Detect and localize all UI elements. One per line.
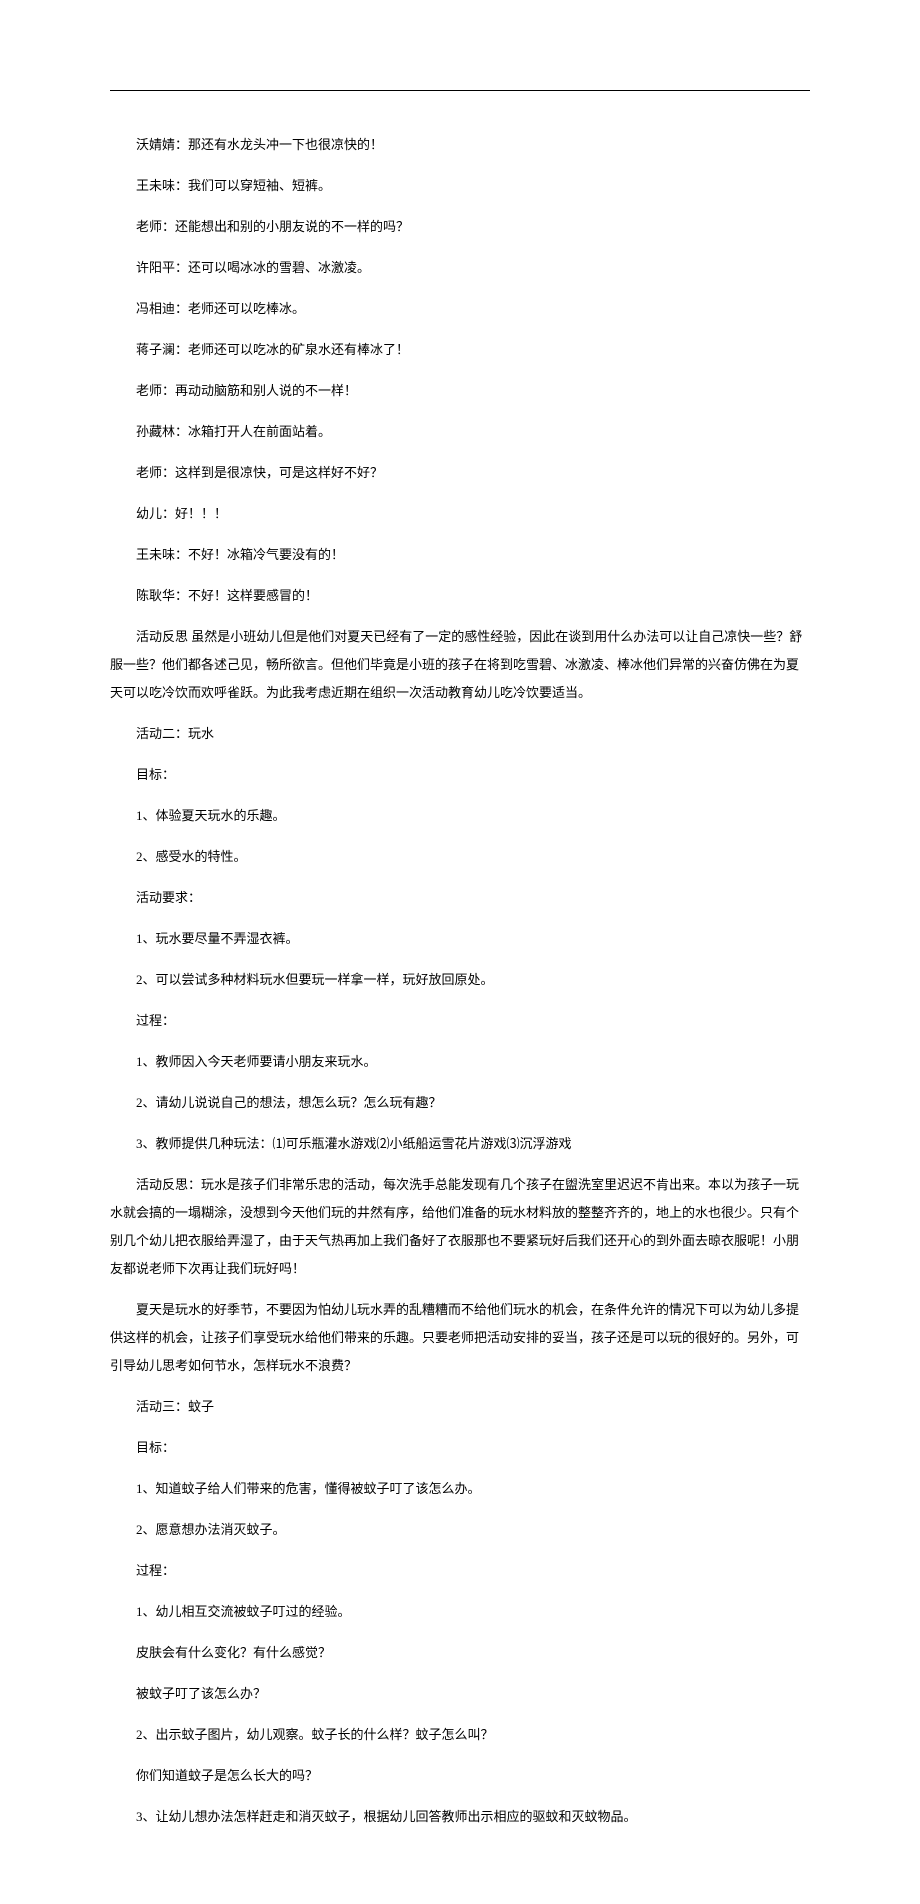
horizontal-rule [110,90,810,91]
text-line: 过程： [110,1557,810,1585]
text-line: 孙藏林：冰箱打开人在前面站着。 [110,418,810,446]
text-line: 陈耿华：不好！这样要感冒的！ [110,582,810,610]
text-line: 3、让幼儿想办法怎样赶走和消灭蚊子，根据幼儿回答教师出示相应的驱蚊和灭蚊物品。 [110,1803,810,1831]
text-line: 王未味：不好！冰箱冷气要没有的！ [110,541,810,569]
text-line: 活动反思：玩水是孩子们非常乐忠的活动，每次洗手总能发现有几个孩子在盥洗室里迟迟不… [110,1171,810,1283]
text-line: 过程： [110,1007,810,1035]
text-line: 目标： [110,761,810,789]
text-line: 你们知道蚊子是怎么长大的吗？ [110,1762,810,1790]
text-line: 1、玩水要尽量不弄湿衣裤。 [110,925,810,953]
text-line: 2、出示蚊子图片，幼儿观察。蚊子长的什么样？蚊子怎么叫？ [110,1721,810,1749]
text-line: 2、感受水的特性。 [110,843,810,871]
text-line: 活动二：玩水 [110,720,810,748]
text-line: 活动要求： [110,884,810,912]
text-line: 1、教师因入今天老师要请小朋友来玩水。 [110,1048,810,1076]
text-line: 夏天是玩水的好季节，不要因为怕幼儿玩水弄的乱糟糟而不给他们玩水的机会，在条件允许… [110,1296,810,1380]
text-line: 老师：这样到是很凉快，可是这样好不好？ [110,459,810,487]
text-line: 沃婧婧：那还有水龙头冲一下也很凉快的！ [110,131,810,159]
text-line: 被蚊子叮了该怎么办？ [110,1680,810,1708]
text-line: 2、愿意想办法消灭蚊子。 [110,1516,810,1544]
text-line: 冯相迪：老师还可以吃棒冰。 [110,295,810,323]
text-line: 活动反思 虽然是小班幼儿但是他们对夏天已经有了一定的感性经验，因此在谈到用什么办… [110,623,810,707]
document-body: 沃婧婧：那还有水龙头冲一下也很凉快的！ 王未味：我们可以穿短袖、短裤。老师：还能想… [110,131,810,1831]
text-line: 2、请幼儿说说自己的想法，想怎么玩？怎么玩有趣？ [110,1089,810,1117]
text-line: 蒋子澜：老师还可以吃冰的矿泉水还有棒冰了！ [110,336,810,364]
text-line: 王未味：我们可以穿短袖、短裤。 [110,172,810,200]
document-page: 沃婧婧：那还有水龙头冲一下也很凉快的！ 王未味：我们可以穿短袖、短裤。老师：还能想… [0,0,920,1904]
text-line: 许阳平：还可以喝冰冰的雪碧、冰激凌。 [110,254,810,282]
text-line: 3、教师提供几种玩法：⑴可乐瓶灌水游戏⑵小纸船运雪花片游戏⑶沉浮游戏 [110,1130,810,1158]
text-line: 老师：还能想出和别的小朋友说的不一样的吗？ [110,213,810,241]
text-line: 2、可以尝试多种材料玩水但要玩一样拿一样，玩好放回原处。 [110,966,810,994]
text-line: 老师：再动动脑筋和别人说的不一样！ [110,377,810,405]
text-line: 1、体验夏天玩水的乐趣。 [110,802,810,830]
text-line: 活动三：蚊子 [110,1393,810,1421]
text-line: 幼儿：好！！！ [110,500,810,528]
text-line: 1、幼儿相互交流被蚊子叮过的经验。 [110,1598,810,1626]
text-line: 目标： [110,1434,810,1462]
text-line: 1、知道蚊子给人们带来的危害，懂得被蚊子叮了该怎么办。 [110,1475,810,1503]
text-line: 皮肤会有什么变化？有什么感觉？ [110,1639,810,1667]
